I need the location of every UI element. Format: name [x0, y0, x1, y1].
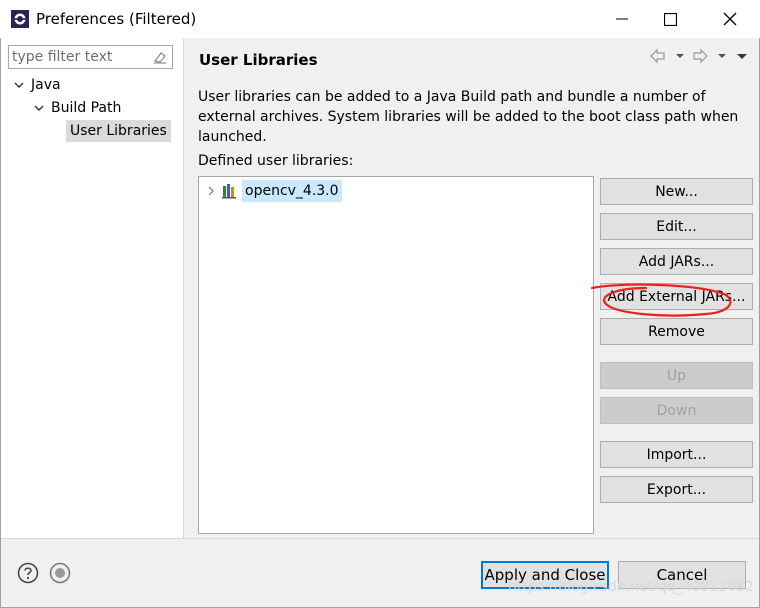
- help-icon[interactable]: [17, 562, 39, 584]
- clear-filter-icon[interactable]: [152, 49, 168, 65]
- remove-button[interactable]: Remove: [600, 318, 753, 345]
- page-title: User Libraries: [199, 51, 318, 69]
- maximize-button[interactable]: [646, 0, 694, 38]
- library-icon: [222, 184, 236, 199]
- down-button[interactable]: Down: [600, 397, 753, 424]
- libraries-list-label: Defined user libraries:: [198, 153, 354, 169]
- nav-item-user-libraries[interactable]: User Libraries: [66, 120, 171, 142]
- record-icon[interactable]: [49, 562, 71, 584]
- annotation-scribble: [590, 283, 732, 317]
- chevron-down-icon[interactable]: [32, 101, 46, 115]
- forward-arrow-icon[interactable]: [691, 47, 709, 65]
- nav-item-java[interactable]: Java: [12, 74, 61, 96]
- minimize-button[interactable]: [598, 0, 646, 38]
- chevron-right-icon[interactable]: [205, 185, 217, 197]
- close-button[interactable]: [706, 0, 754, 38]
- edit-button[interactable]: Edit...: [600, 213, 753, 240]
- view-menu-icon[interactable]: [733, 47, 751, 65]
- nav-item-label: Java: [31, 77, 61, 93]
- add-jars-button[interactable]: Add JARs...: [600, 248, 753, 275]
- nav-item-label: User Libraries: [70, 123, 167, 139]
- watermark: https://blog.csdn.net/qq_40811682: [508, 579, 754, 595]
- nav-item-label: Build Path: [51, 100, 122, 116]
- library-name: opencv_4.3.0: [242, 180, 342, 202]
- chevron-down-icon[interactable]: [713, 47, 731, 65]
- export-button[interactable]: Export...: [600, 476, 753, 503]
- import-button[interactable]: Import...: [600, 441, 753, 468]
- window-title: Preferences (Filtered): [36, 10, 197, 28]
- nav-item-build-path[interactable]: Build Path: [32, 97, 121, 119]
- page-description: User libraries can be added to a Java Bu…: [198, 89, 739, 145]
- back-arrow-icon[interactable]: [649, 47, 667, 65]
- eclipse-icon: [11, 10, 29, 28]
- maximize-icon: [663, 12, 677, 26]
- title-bar: Preferences (Filtered): [0, 0, 760, 38]
- new-button[interactable]: New...: [600, 178, 753, 205]
- list-item[interactable]: opencv_4.3.0: [205, 180, 342, 202]
- user-libraries-list[interactable]: opencv_4.3.0: [198, 176, 594, 534]
- minimize-icon: [616, 18, 628, 20]
- footer-separator: [1, 538, 759, 539]
- close-icon: [723, 12, 737, 26]
- chevron-down-icon[interactable]: [12, 78, 26, 92]
- chevron-down-icon[interactable]: [671, 47, 689, 65]
- filter-field[interactable]: [8, 45, 173, 69]
- filter-input[interactable]: [9, 47, 150, 67]
- up-button[interactable]: Up: [600, 362, 753, 389]
